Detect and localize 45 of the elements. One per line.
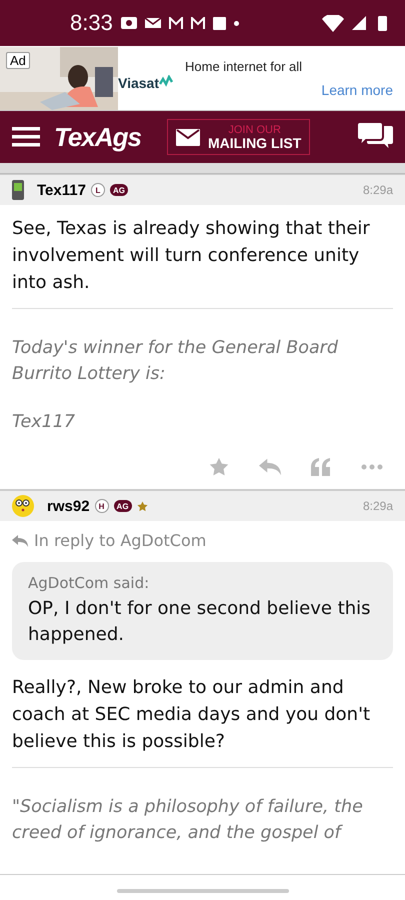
gesture-bar[interactable]	[116, 889, 288, 893]
menu-icon[interactable]	[12, 126, 40, 148]
signal-icon	[352, 16, 366, 30]
user-badge: H	[94, 499, 109, 513]
username[interactable]: rws92	[47, 498, 90, 514]
dot-icon	[234, 20, 239, 26]
mailing-list-button[interactable]: JOIN OUR MAILING LIST	[166, 119, 310, 155]
user-badge: AG	[114, 500, 132, 512]
post-text: See, Texas is already showing that their involvement will turn conference unity into ash.	[12, 217, 371, 295]
ad-banner[interactable]: Ad Viasat Home internet for all Learn more	[0, 46, 405, 111]
signature-text: Today's winner for the General Board Burrito Lottery is:	[12, 337, 339, 386]
signature-text: Tex117	[12, 411, 76, 434]
wave-icon	[159, 75, 175, 87]
more-icon[interactable]	[361, 464, 383, 470]
brand-logo: Viasat	[118, 75, 159, 91]
square-icon	[212, 16, 226, 30]
star-icon[interactable]	[209, 457, 229, 477]
clock: 8:33	[70, 10, 113, 36]
post-time: 8:29a	[362, 183, 393, 197]
m-icon	[168, 17, 183, 29]
quote-author: AgDotCom said:	[28, 574, 150, 592]
mail-icon	[176, 128, 200, 146]
reply-icon	[12, 534, 28, 546]
mail-icon	[144, 18, 161, 28]
phone-icon	[12, 180, 24, 200]
username[interactable]: Tex117	[37, 182, 86, 198]
reply-icon[interactable]	[259, 458, 281, 476]
learn-more-link[interactable]: Learn more	[321, 82, 393, 98]
surprised-face-icon	[12, 495, 34, 517]
site-logo[interactable]: TexAgs	[54, 122, 141, 152]
star-icon	[136, 500, 148, 512]
post-text: Really?, New broke to our admin and coach at SEC media days and you don't believe this is possible?	[12, 676, 372, 754]
m-icon	[190, 17, 205, 29]
user-badge: AG	[110, 184, 128, 196]
post-time: 8:29a	[362, 499, 393, 513]
wifi-icon	[322, 14, 344, 32]
battery-icon	[378, 16, 387, 30]
quote-text: OP, I don't for one second believe this happened.	[28, 597, 372, 647]
quote-icon[interactable]	[311, 458, 331, 476]
camera-icon	[120, 17, 137, 29]
ad-label: Ad	[6, 52, 30, 68]
signature-text: "Socialism is a philosophy of failure, the creed of ignorance, and the gospel of	[12, 796, 364, 845]
ad-headline: Home internet for all	[185, 58, 304, 74]
user-badge: L	[90, 183, 105, 197]
reply-link[interactable]: In reply to AgDotCom	[12, 531, 393, 550]
